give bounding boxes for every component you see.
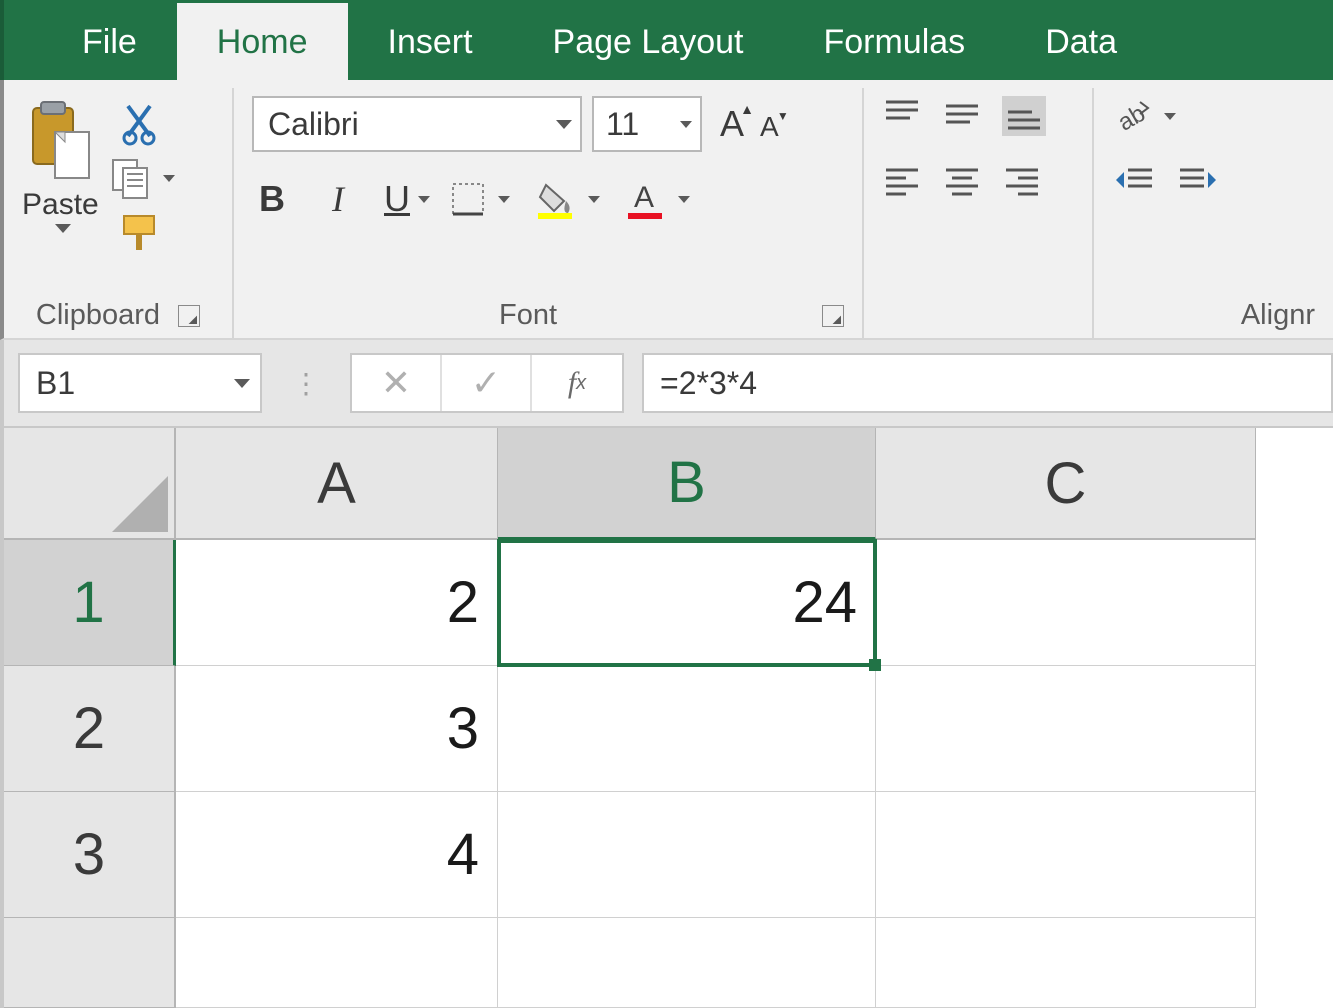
column-header-B[interactable]: B: [498, 428, 876, 540]
decrease-font-size-button[interactable]: A▼: [760, 111, 779, 143]
formula-bar-buttons: ✕ ✓ fx: [350, 353, 624, 413]
group-label-font: Font: [252, 299, 804, 332]
cut-button[interactable]: [120, 102, 164, 146]
tab-file[interactable]: File: [42, 5, 177, 80]
borders-button[interactable]: [450, 181, 510, 217]
chevron-down-icon: [418, 196, 430, 203]
formula-bar-value: =2*3*4: [660, 365, 757, 402]
name-box-value: B1: [36, 365, 75, 402]
chevron-down-icon: [1164, 113, 1176, 120]
cell-A4[interactable]: [176, 918, 498, 1008]
chevron-down-icon: [234, 379, 250, 388]
cell-A1[interactable]: 2: [176, 540, 498, 666]
font-size-value: 11: [606, 106, 639, 143]
group-clipboard: Paste: [4, 88, 234, 338]
font-size-combo[interactable]: 11: [592, 96, 702, 152]
font-name-value: Calibri: [268, 106, 359, 143]
paste-button[interactable]: Paste: [22, 96, 99, 233]
name-box-resize-handle[interactable]: ⋮: [262, 367, 350, 400]
italic-button[interactable]: I: [318, 178, 358, 220]
font-color-icon: A: [626, 179, 666, 219]
tab-insert[interactable]: Insert: [348, 5, 513, 80]
row-header-4[interactable]: [4, 918, 176, 1008]
chevron-down-icon: [678, 196, 690, 203]
row-header-2[interactable]: 2: [4, 666, 176, 792]
increase-indent-button[interactable]: [1176, 162, 1220, 198]
tab-page-layout[interactable]: Page Layout: [513, 5, 784, 80]
underline-button[interactable]: U: [384, 178, 424, 220]
align-center-button[interactable]: [942, 162, 982, 198]
orientation-button[interactable]: ab: [1112, 96, 1176, 136]
paste-icon: [25, 96, 95, 186]
cell-C4[interactable]: [876, 918, 1256, 1008]
chevron-down-icon: [556, 120, 572, 129]
tab-formulas[interactable]: Formulas: [783, 5, 1005, 80]
borders-icon: [450, 181, 486, 217]
chevron-down-icon: [163, 175, 175, 182]
svg-text:A: A: [634, 181, 654, 214]
align-bottom-button[interactable]: [1002, 96, 1046, 136]
align-left-button[interactable]: [882, 162, 922, 198]
column-header-C[interactable]: C: [876, 428, 1256, 540]
group-label-clipboard: Clipboard: [36, 299, 160, 332]
paste-label: Paste: [22, 188, 99, 222]
decrease-indent-button[interactable]: [1112, 162, 1156, 198]
font-color-button[interactable]: A: [626, 179, 690, 219]
font-dialog-launcher[interactable]: [822, 305, 844, 327]
format-painter-button[interactable]: [118, 210, 166, 254]
cell-C2[interactable]: [876, 666, 1256, 792]
cell-B4[interactable]: [498, 918, 876, 1008]
chevron-down-icon: [680, 121, 692, 128]
column-header-A[interactable]: A: [176, 428, 498, 540]
align-right-button[interactable]: [1002, 162, 1042, 198]
cell-B2[interactable]: [498, 666, 876, 792]
copy-button[interactable]: [109, 156, 175, 200]
increase-font-size-button[interactable]: A▲: [720, 103, 744, 145]
copy-icon: [109, 156, 153, 200]
chevron-down-icon: [498, 196, 510, 203]
group-label-alignment: Alignr: [1241, 299, 1315, 332]
bold-button[interactable]: B: [252, 178, 292, 220]
align-top-button[interactable]: [882, 96, 922, 132]
cell-B1[interactable]: 24: [498, 540, 876, 666]
group-alignment-vertical: [864, 88, 1094, 338]
row-header-3[interactable]: 3: [4, 792, 176, 918]
clipboard-dialog-launcher[interactable]: [178, 305, 200, 327]
select-all-corner[interactable]: [4, 428, 176, 540]
formula-bar-input[interactable]: =2*3*4: [642, 353, 1333, 413]
cell-A2[interactable]: 3: [176, 666, 498, 792]
fill-color-button[interactable]: [536, 179, 600, 219]
tab-data[interactable]: Data: [1005, 5, 1157, 80]
chevron-down-icon: [588, 196, 600, 203]
group-alignment: ab Alignr: [1094, 88, 1333, 338]
name-box[interactable]: B1: [18, 353, 262, 413]
bucket-icon: [536, 179, 576, 219]
font-name-combo[interactable]: Calibri: [252, 96, 582, 152]
orientation-icon: ab: [1112, 96, 1152, 136]
worksheet: A B C 1 2 3 2 24 3 4: [0, 428, 1333, 1008]
cancel-formula-button[interactable]: ✕: [352, 355, 442, 411]
align-middle-button[interactable]: [942, 96, 982, 132]
insert-function-button[interactable]: fx: [532, 355, 622, 411]
cell-C3[interactable]: [876, 792, 1256, 918]
paste-dropdown-icon[interactable]: [55, 224, 71, 233]
cell-C1[interactable]: [876, 540, 1256, 666]
cell-A3[interactable]: 4: [176, 792, 498, 918]
ribbon: Paste: [0, 80, 1333, 340]
cell-B3[interactable]: [498, 792, 876, 918]
ribbon-tabs: File Home Insert Page Layout Formulas Da…: [0, 0, 1333, 80]
enter-formula-button[interactable]: ✓: [442, 355, 532, 411]
tab-home[interactable]: Home: [177, 3, 348, 80]
formula-bar-row: B1 ⋮ ✕ ✓ fx =2*3*4: [0, 340, 1333, 428]
group-font: Calibri 11 A▲ A▼ B I U: [234, 88, 864, 338]
row-header-1[interactable]: 1: [4, 540, 176, 666]
